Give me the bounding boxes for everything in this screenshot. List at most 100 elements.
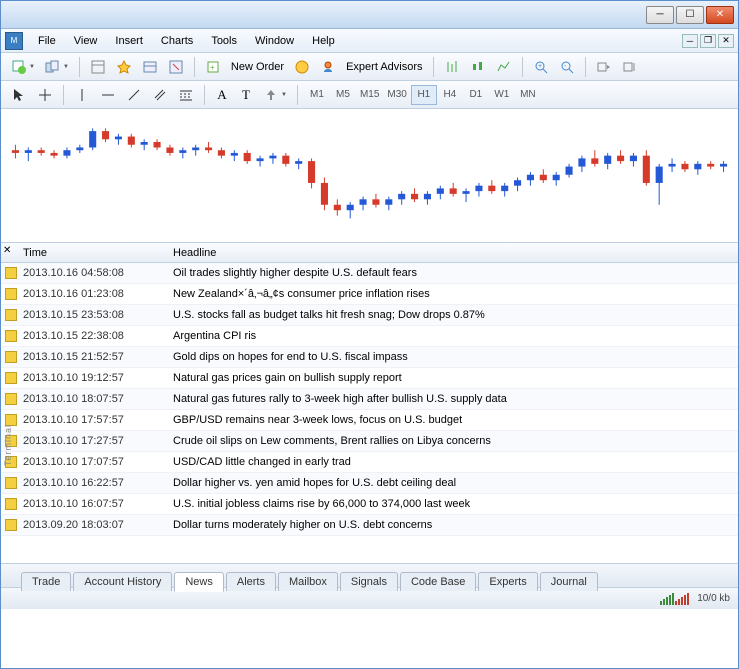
- news-row[interactable]: 2013.10.15 22:38:08Argentina CPI ris: [1, 326, 738, 347]
- trendline-button[interactable]: [122, 84, 146, 106]
- news-row[interactable]: 2013.10.10 17:07:57USD/CAD little change…: [1, 452, 738, 473]
- timeframe-m30[interactable]: M30: [383, 85, 410, 105]
- text-button[interactable]: A: [211, 84, 233, 106]
- news-row[interactable]: 2013.10.10 17:57:57GBP/USD remains near …: [1, 410, 738, 431]
- terminal-button[interactable]: [138, 56, 162, 78]
- menu-window[interactable]: Window: [246, 32, 303, 50]
- news-headline: Gold dips on hopes for end to U.S. fisca…: [173, 351, 738, 363]
- cursor-button[interactable]: [7, 84, 31, 106]
- timeframe-h1[interactable]: H1: [411, 85, 437, 105]
- crosshair-button[interactable]: [33, 84, 57, 106]
- tab-journal[interactable]: Journal: [540, 572, 598, 591]
- news-row[interactable]: 2013.10.10 19:12:57Natural gas prices ga…: [1, 368, 738, 389]
- news-headline: Crude oil slips on Lew comments, Brent r…: [173, 435, 738, 447]
- strategy-tester-button[interactable]: [164, 56, 188, 78]
- timeframe-m15[interactable]: M15: [356, 85, 383, 105]
- news-row[interactable]: 2013.10.10 16:07:57U.S. initial jobless …: [1, 494, 738, 515]
- metaquotes-button[interactable]: [290, 56, 314, 78]
- news-time: 2013.10.10 17:07:57: [23, 456, 173, 468]
- panel-close-icon[interactable]: ✕: [3, 245, 11, 256]
- news-headline: Dollar higher vs. yen amid hopes for U.S…: [173, 477, 738, 489]
- menu-tools[interactable]: Tools: [202, 32, 246, 50]
- tab-code-base[interactable]: Code Base: [400, 572, 476, 591]
- tab-signals[interactable]: Signals: [340, 572, 398, 591]
- news-row[interactable]: 2013.10.15 23:53:08U.S. stocks fall as b…: [1, 305, 738, 326]
- expert-advisors-button[interactable]: [316, 56, 340, 78]
- chart-shift-button[interactable]: [618, 56, 642, 78]
- candle-chart-button[interactable]: [466, 56, 490, 78]
- tab-experts[interactable]: Experts: [478, 572, 537, 591]
- news-time: 2013.10.15 22:38:08: [23, 330, 173, 342]
- menu-file[interactable]: File: [29, 32, 65, 50]
- auto-scroll-button[interactable]: [592, 56, 616, 78]
- fibonacci-button[interactable]: [174, 84, 198, 106]
- tab-news[interactable]: News: [174, 572, 224, 592]
- news-time: 2013.10.16 01:23:08: [23, 288, 173, 300]
- news-row[interactable]: 2013.10.15 21:52:57Gold dips on hopes fo…: [1, 347, 738, 368]
- mdi-restore-button[interactable]: ❐: [700, 34, 716, 48]
- app-icon: M: [5, 32, 23, 50]
- window-titlebar: ─ ☐ ✕: [1, 1, 738, 29]
- news-headline: Argentina CPI ris: [173, 330, 738, 342]
- toolbar-separator: [585, 57, 586, 77]
- news-icon: [5, 393, 17, 405]
- new-order-button[interactable]: +: [201, 56, 225, 78]
- news-row[interactable]: 2013.10.10 16:22:57Dollar higher vs. yen…: [1, 473, 738, 494]
- column-header-headline[interactable]: Headline: [173, 247, 738, 259]
- bar-chart-button[interactable]: [440, 56, 464, 78]
- menu-view[interactable]: View: [65, 32, 107, 50]
- news-row[interactable]: 2013.10.10 17:27:57Crude oil slips on Le…: [1, 431, 738, 452]
- zoom-out-button[interactable]: -: [555, 56, 579, 78]
- maximize-button[interactable]: ☐: [676, 6, 704, 24]
- equidistant-channel-button[interactable]: [148, 84, 172, 106]
- tab-mailbox[interactable]: Mailbox: [278, 572, 338, 591]
- news-icon: [5, 288, 17, 300]
- timeframe-m5[interactable]: M5: [330, 85, 356, 105]
- minimize-button[interactable]: ─: [646, 6, 674, 24]
- mdi-minimize-button[interactable]: ─: [682, 34, 698, 48]
- tab-trade[interactable]: Trade: [21, 572, 71, 591]
- new-order-label[interactable]: New Order: [231, 61, 284, 73]
- horizontal-line-button[interactable]: [96, 84, 120, 106]
- new-chart-button[interactable]: ▼: [7, 56, 39, 78]
- chart-area[interactable]: [1, 109, 738, 243]
- line-chart-button[interactable]: [492, 56, 516, 78]
- timeframe-d1[interactable]: D1: [463, 85, 489, 105]
- news-row[interactable]: 2013.10.16 01:23:08New Zealand×´â‚¬â„¢s …: [1, 284, 738, 305]
- timeframe-w1[interactable]: W1: [489, 85, 515, 105]
- news-icon: [5, 519, 17, 531]
- market-watch-button[interactable]: [86, 56, 110, 78]
- navigator-button[interactable]: [112, 56, 136, 78]
- column-header-time[interactable]: Time: [23, 247, 173, 259]
- expert-advisors-label[interactable]: Expert Advisors: [346, 61, 422, 73]
- tab-account-history[interactable]: Account History: [73, 572, 172, 591]
- news-row[interactable]: 2013.10.16 04:58:08Oil trades slightly h…: [1, 263, 738, 284]
- profiles-button[interactable]: ▼: [41, 56, 73, 78]
- svg-text:-: -: [564, 63, 567, 70]
- timeframe-mn[interactable]: MN: [515, 85, 541, 105]
- menu-charts[interactable]: Charts: [152, 32, 202, 50]
- news-row[interactable]: 2013.09.20 18:03:07Dollar turns moderate…: [1, 515, 738, 536]
- news-time: 2013.10.15 21:52:57: [23, 351, 173, 363]
- terminal-tabs: Terminal TradeAccount HistoryNewsAlertsM…: [1, 563, 738, 587]
- close-button[interactable]: ✕: [706, 6, 734, 24]
- news-list[interactable]: 2013.10.16 04:58:08Oil trades slightly h…: [1, 263, 738, 563]
- vertical-line-button[interactable]: [70, 84, 94, 106]
- traffic-label: 10/0 kb: [697, 593, 730, 604]
- arrows-button[interactable]: ▼: [259, 84, 291, 106]
- terminal-panel: ✕ Time Headline 2013.10.16 04:58:08Oil t…: [1, 243, 738, 587]
- news-row[interactable]: 2013.10.10 18:07:57Natural gas futures r…: [1, 389, 738, 410]
- news-time: 2013.10.16 04:58:08: [23, 267, 173, 279]
- text-label-button[interactable]: T: [235, 84, 257, 106]
- news-headline: New Zealand×´â‚¬â„¢s consumer price infl…: [173, 288, 738, 300]
- menu-insert[interactable]: Insert: [106, 32, 152, 50]
- menu-help[interactable]: Help: [303, 32, 344, 50]
- zoom-in-button[interactable]: +: [529, 56, 553, 78]
- tab-alerts[interactable]: Alerts: [226, 572, 276, 591]
- timeframe-h4[interactable]: H4: [437, 85, 463, 105]
- timeframe-m1[interactable]: M1: [304, 85, 330, 105]
- svg-text:+: +: [538, 63, 542, 70]
- toolbar-separator: [194, 57, 195, 77]
- news-headline: U.S. stocks fall as budget talks hit fre…: [173, 309, 738, 321]
- mdi-close-button[interactable]: ✕: [718, 34, 734, 48]
